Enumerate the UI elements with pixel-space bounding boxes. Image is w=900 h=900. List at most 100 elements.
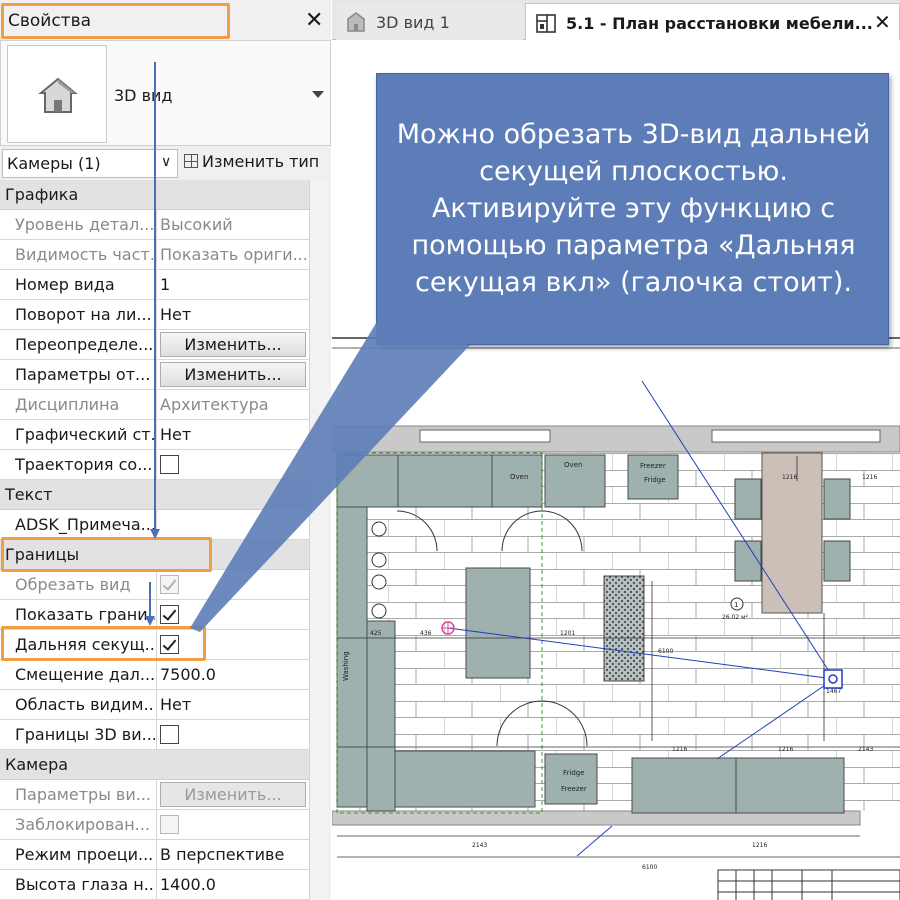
eye-elevation-field[interactable]: 1400.0 <box>156 870 309 899</box>
row-label: Параметры ви... <box>15 785 151 804</box>
group-label: Камера <box>5 755 69 774</box>
row-sun-path: Траектория со... <box>0 450 309 480</box>
row-label: Дисциплина <box>15 395 120 414</box>
section-box-checkbox[interactable] <box>160 725 179 744</box>
row-scope-box[interactable]: Область видим... Нет <box>0 690 309 720</box>
row-label: ADSK_Примеча... <box>15 515 155 534</box>
dimension-label: 436 <box>420 630 432 637</box>
floor-plan-icon <box>536 14 556 33</box>
row-eye-elevation[interactable]: Высота глаза н... 1400.0 <box>0 870 309 900</box>
far-clip-offset-field[interactable]: 7500.0 <box>156 660 309 689</box>
callout-text: Можно обрезать 3D-вид дальней секущей пл… <box>396 119 871 298</box>
type-thumbnail <box>7 45 107 143</box>
tab-label: 5.1 - План расстановки мебели... <box>566 14 873 33</box>
close-icon[interactable]: ✕ <box>874 10 891 34</box>
type-name: 3D вид <box>114 86 173 105</box>
dimension-label: 1201 <box>560 630 575 637</box>
kitchen-island <box>465 567 531 679</box>
appliance-label: Freezer <box>561 785 587 793</box>
sun-path-checkbox[interactable] <box>160 455 179 474</box>
row-hidden-lines[interactable]: Графический ст... Нет <box>0 420 309 450</box>
locked-orientation-checkbox <box>160 815 179 834</box>
type-selector[interactable]: 3D вид <box>0 40 331 146</box>
view-number-field[interactable]: 1 <box>156 270 309 299</box>
crop-region-visible-checkbox[interactable] <box>160 605 179 624</box>
row-label: Обрезать вид <box>15 575 131 594</box>
row-rotation-on-sheet[interactable]: Поворот на ли... Нет <box>0 300 309 330</box>
dimension-label: 1216 <box>672 746 687 753</box>
row-label: Графический ст... <box>15 425 155 444</box>
sink-counter <box>394 750 536 808</box>
properties-scrollbar[interactable] <box>309 180 331 900</box>
hidden-lines-value[interactable]: Нет <box>156 420 309 449</box>
rendering-settings-edit-button: Изменить... <box>160 782 306 807</box>
group-graphics[interactable]: Графика⌃⌃ <box>0 180 331 210</box>
scope-box-value[interactable]: Нет <box>156 690 309 719</box>
row-adsk-note[interactable]: ADSK_Примеча... <box>0 510 309 540</box>
projection-mode-value[interactable]: В перспективе <box>156 840 309 869</box>
row-label: Смещение дал... <box>15 665 155 684</box>
chevron-down-icon[interactable] <box>312 91 324 98</box>
rotation-value[interactable]: Нет <box>156 300 309 329</box>
dimension-label: 1467 <box>826 688 841 695</box>
row-far-clip-offset[interactable]: Смещение дал... 7500.0 <box>0 660 309 690</box>
chair <box>734 540 762 582</box>
view-tabs: 3D вид 1 5.1 - План расстановки мебели..… <box>332 0 900 40</box>
row-label: Переопределе... <box>15 335 154 354</box>
properties-titlebar: Свойства ✕ <box>0 0 331 40</box>
room-area: 26.02 м² <box>722 614 749 621</box>
row-section-box: Границы 3D ви... <box>0 720 309 750</box>
row-label: Номер вида <box>15 275 115 294</box>
row-projection-mode[interactable]: Режим проеци... В перспективе <box>0 840 309 870</box>
row-locked-orientation: Заблокирован... <box>0 810 309 840</box>
washing-machine <box>366 620 396 812</box>
chair <box>823 478 851 520</box>
edit-type-button[interactable]: Изменить тип <box>184 152 319 171</box>
3d-view-icon <box>347 12 365 32</box>
appliance-label: Fridge <box>644 476 666 484</box>
row-view-number[interactable]: Номер вида 1 <box>0 270 309 300</box>
dimension-label: 1216 <box>778 746 793 753</box>
appliance-label: Oven <box>564 461 582 469</box>
row-label: Заблокирован... <box>15 815 150 834</box>
instance-filter-dropdown[interactable]: Камеры (1) ∨ <box>2 149 178 178</box>
row-value: Архитектура <box>156 390 309 419</box>
adsk-note-field[interactable] <box>156 510 309 539</box>
tutorial-callout: Можно обрезать 3D-вид дальней секущей пл… <box>376 73 889 345</box>
camera-icon[interactable] <box>823 669 843 689</box>
properties-panel: Свойства ✕ 3D вид Камеры (1) ∨ Изменить … <box>0 0 331 900</box>
display-options-edit-button[interactable]: Изменить... <box>160 362 306 387</box>
extents-highlight-box <box>1 537 212 572</box>
tab-floor-plan[interactable]: 5.1 - План расстановки мебели... ✕ <box>525 3 900 40</box>
tab-label: 3D вид 1 <box>376 13 450 32</box>
group-text[interactable]: Текст⌃⌃ <box>0 480 331 510</box>
tab-3d-view[interactable]: 3D вид 1 <box>336 3 523 40</box>
instance-filter-value: Камеры (1) <box>7 154 101 173</box>
appliance-label: Freezer <box>640 462 666 470</box>
row-rendering-settings: Параметры ви... Изменить... <box>0 780 309 810</box>
row-label: Видимость част... <box>15 245 155 264</box>
row-parts-visibility: Видимость част... Показать ориги... <box>0 240 309 270</box>
lower-counter <box>631 757 845 814</box>
window <box>711 429 881 443</box>
group-camera[interactable]: Камера⌃⌃ <box>0 750 331 780</box>
appliance-label: Fridge <box>563 769 585 777</box>
row-crop-view: Обрезать вид <box>0 570 309 600</box>
row-label: Поворот на ли... <box>15 305 152 324</box>
row-label: Траектория со... <box>15 455 153 474</box>
row-label: Уровень детал... <box>15 215 155 234</box>
vg-overrides-edit-button[interactable]: Изменить... <box>160 332 306 357</box>
dimension-label: 425 <box>370 630 382 637</box>
close-icon[interactable]: ✕ <box>305 8 323 33</box>
dimension-label: 6100 <box>642 864 657 871</box>
room-number: 1 <box>734 601 738 609</box>
row-label: Показать грани... <box>15 605 155 624</box>
crop-view-checkbox <box>160 575 179 594</box>
row-value: Показать ориги... <box>156 240 309 269</box>
dimension-label: 1216 <box>862 474 877 481</box>
title-block <box>717 869 900 900</box>
row-discipline: Дисциплина Архитектура <box>0 390 309 420</box>
edit-type-label: Изменить тип <box>202 152 320 171</box>
dimension-label: 2143 <box>472 842 487 849</box>
appliance-label: Washing <box>342 651 350 681</box>
